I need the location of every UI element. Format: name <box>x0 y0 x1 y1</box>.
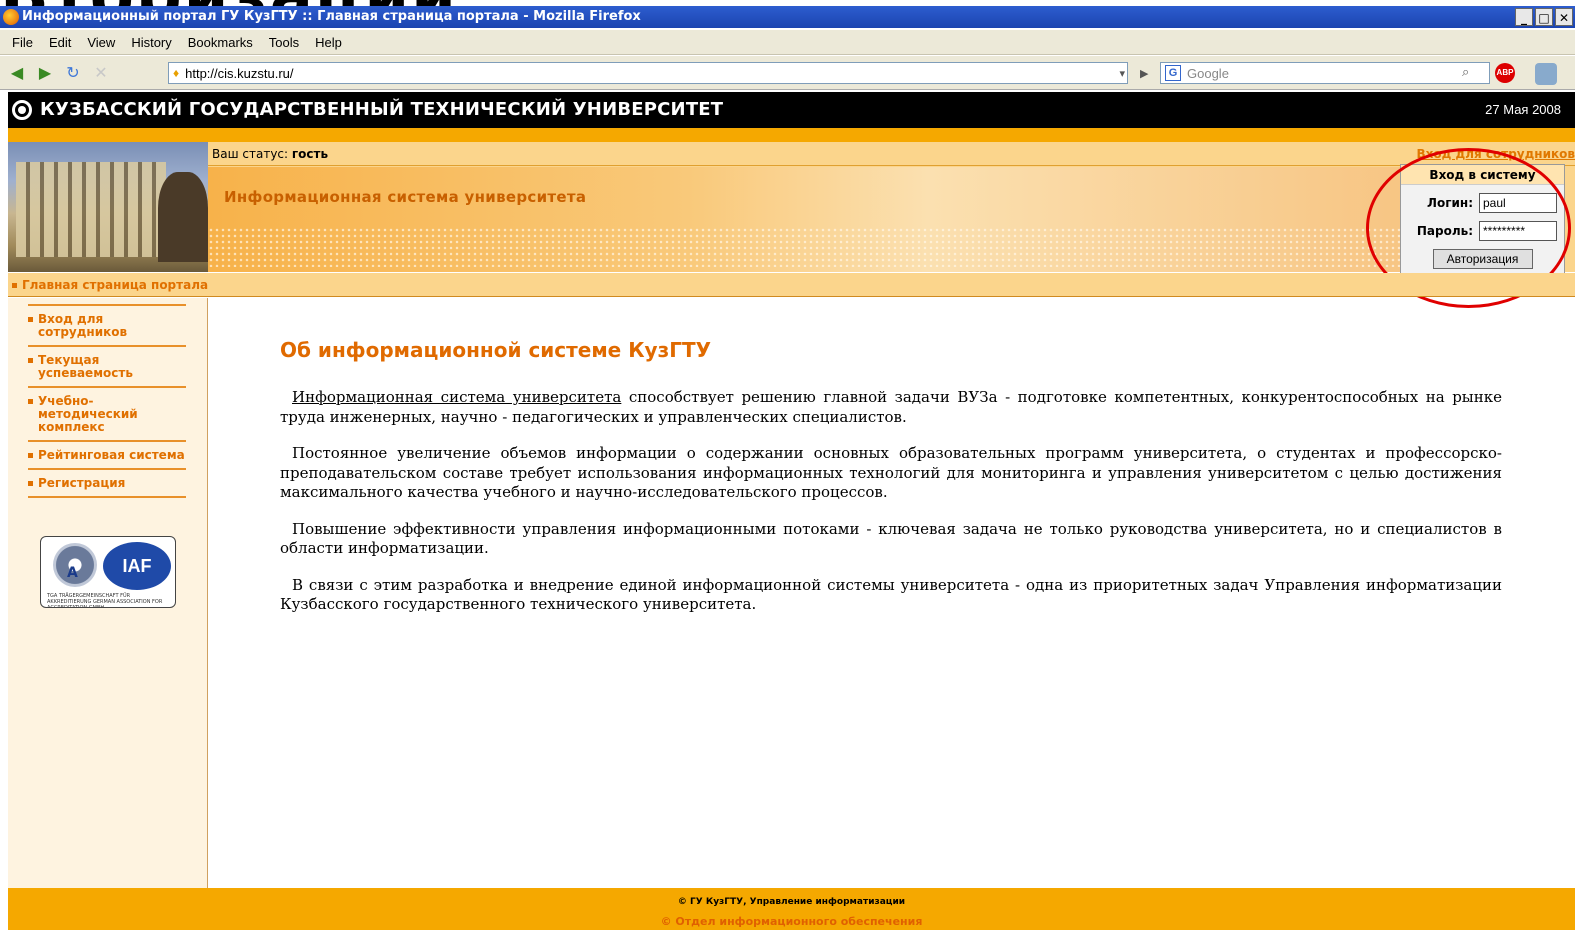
bullet-icon <box>28 358 33 363</box>
bullet-icon <box>28 399 33 404</box>
site-header: КУЗБАССКИЙ ГОСУДАРСТВЕННЫЙ ТЕХНИЧЕСКИЙ У… <box>8 92 1575 128</box>
left-sidebar: Вход для сотрудников Текущая успеваемост… <box>8 298 208 888</box>
maximize-button[interactable]: □ <box>1535 8 1553 26</box>
sidebar-item-label: Рейтинговая система <box>38 448 185 462</box>
paragraph-1: Информационная система университета спос… <box>280 388 1502 426</box>
university-logo-icon <box>12 100 32 120</box>
search-input[interactable]: G Google <box>1160 62 1490 84</box>
site-date: 27 Мая 2008 <box>1485 102 1561 117</box>
forward-arrow-icon[interactable]: ▶ <box>34 62 56 84</box>
status-label: Ваш статус: <box>212 147 289 161</box>
minimize-button[interactable]: _ <box>1515 8 1533 26</box>
info-system-link[interactable]: Информационная система университета <box>292 388 621 406</box>
menu-history[interactable]: History <box>125 33 177 52</box>
reload-icon[interactable]: ↻ <box>62 62 84 84</box>
search-magnifier-icon[interactable]: ⌕ <box>1462 64 1469 80</box>
menubar: File Edit View History Bookmarks Tools H… <box>0 30 1575 55</box>
bullet-icon <box>28 317 33 322</box>
banner-image <box>208 167 1408 272</box>
menu-file[interactable]: File <box>6 33 39 52</box>
menu-divider <box>28 496 186 498</box>
stop-icon[interactable]: ✕ <box>90 62 112 84</box>
header-divider <box>8 128 1575 142</box>
google-icon[interactable]: G <box>1165 65 1181 81</box>
adblock-icon[interactable]: ABP <box>1495 63 1515 83</box>
banner-caption: Информационная система университета <box>224 188 587 206</box>
menu-view[interactable]: View <box>81 33 121 52</box>
search-placeholder: Google <box>1187 65 1229 81</box>
status-row: Ваш статус: гость Вход для сотрудников <box>208 142 1575 166</box>
sidebar-item-label: Текущая успеваемость <box>38 353 133 380</box>
site-title: КУЗБАССКИЙ ГОСУДАРСТВЕННЫЙ ТЕХНИЧЕСКИЙ У… <box>40 99 724 120</box>
window-titlebar[interactable]: Информационный портал ГУ КузГТУ :: Главн… <box>0 6 1575 28</box>
main-content: Об информационной системе КузГТУ Информа… <box>280 338 1502 632</box>
footer: © ГУ КузГТУ, Управление информатизации ©… <box>8 888 1575 930</box>
menu-edit[interactable]: Edit <box>43 33 77 52</box>
sidebar-item-progress[interactable]: Текущая успеваемость <box>28 345 186 386</box>
menu-tools[interactable]: Tools <box>263 33 305 52</box>
campus-photo <box>8 142 208 272</box>
iaf-label: IAF <box>103 542 171 590</box>
sidebar-item-registration[interactable]: Регистрация <box>28 468 186 496</box>
sidebar-item-label: Учебно-методический комплекс <box>38 394 138 434</box>
breadcrumb-home-link[interactable]: Главная страница портала <box>22 278 208 292</box>
breadcrumb: Главная страница портала <box>8 273 1575 297</box>
back-arrow-icon[interactable]: ◀ <box>6 62 28 84</box>
go-button-icon[interactable]: ▶ <box>1140 67 1148 80</box>
page-title: Об информационной системе КузГТУ <box>280 338 712 362</box>
window-title: Информационный портал ГУ КузГТУ :: Главн… <box>22 9 641 24</box>
window-controls: _ □ ✕ <box>1515 8 1573 26</box>
sidebar-item-staff-login[interactable]: Вход для сотрудников <box>28 304 186 345</box>
left-menu: Вход для сотрудников Текущая успеваемост… <box>28 304 186 498</box>
paragraph-2: Постоянное увеличение объемов информации… <box>280 444 1502 501</box>
footer-copyright: © ГУ КузГТУ, Управление информатизации <box>677 897 906 907</box>
menu-bookmarks[interactable]: Bookmarks <box>182 33 259 52</box>
footer-dept-link[interactable]: © Отдел информационного обеспечения <box>8 915 1575 928</box>
paragraph-3: Повышение эффективности управления инфор… <box>280 519 1502 558</box>
status-value: гость <box>291 147 329 161</box>
sidebar-item-methodical-complex[interactable]: Учебно-методический комплекс <box>28 386 186 440</box>
banner: Ваш статус: гость Вход для сотрудников И… <box>8 142 1575 272</box>
menu-help[interactable]: Help <box>309 33 348 52</box>
page-viewport: КУЗБАССКИЙ ГОСУДАРСТВЕННЫЙ ТЕХНИЧЕСКИЙ У… <box>8 92 1575 930</box>
url-text: http://cis.kuzstu.ru/ <box>185 65 294 81</box>
navigation-toolbar: ◀ ▶ ↻ ✕ ♦ http://cis.kuzstu.ru/ ▾ ▶ G Go… <box>0 56 1575 90</box>
sidebar-item-rating[interactable]: Рейтинговая система <box>28 440 186 468</box>
bullet-icon <box>12 283 17 288</box>
iaf-accreditation-logo[interactable]: A IAF TGA TRÄGERGEMEINSCHAFT FÜR AKKREDI… <box>40 536 176 608</box>
paragraph-4: В связи с этим разработка и внедрение ед… <box>280 575 1502 614</box>
firefox-icon <box>3 9 19 25</box>
bullet-icon <box>28 481 33 486</box>
sidebar-item-label: Вход для сотрудников <box>38 312 128 339</box>
url-dropdown-icon[interactable]: ▾ <box>1120 67 1126 80</box>
url-input[interactable]: ♦ http://cis.kuzstu.ru/ <box>168 62 1128 84</box>
close-button[interactable]: ✕ <box>1555 8 1573 26</box>
sidebar-item-label: Регистрация <box>38 476 126 490</box>
extension-icon[interactable] <box>1535 63 1557 85</box>
url-controls: ▾ ▶ <box>1112 62 1156 84</box>
iaf-fine-print: TGA TRÄGERGEMEINSCHAFT FÜR AKKREDITIERUN… <box>47 593 163 608</box>
site-favicon-icon: ♦ <box>173 66 180 80</box>
bullet-icon <box>28 453 33 458</box>
